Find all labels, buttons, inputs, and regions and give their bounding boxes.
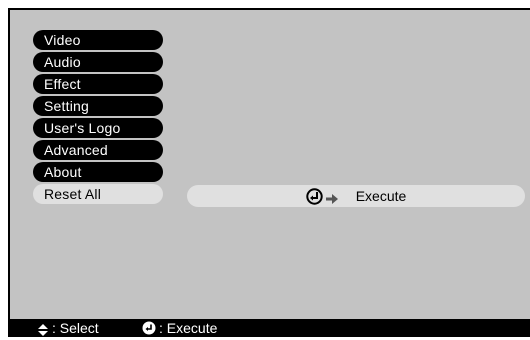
menu-item-about[interactable]: About xyxy=(33,162,163,182)
menu-item-setting[interactable]: Setting xyxy=(33,96,163,116)
menu-item-effect[interactable]: Effect xyxy=(33,74,163,94)
execute-content: Execute xyxy=(187,185,525,207)
menu-screen: Video Audio Effect Setting User's Logo A… xyxy=(10,10,530,319)
menu-item-label: About xyxy=(44,164,82,180)
status-bar: : Select : Execute xyxy=(10,319,530,337)
execute-label: Execute xyxy=(355,188,407,204)
select-hint: : Select xyxy=(38,319,99,337)
projector-menu-frame: Video Audio Effect Setting User's Logo A… xyxy=(8,8,530,337)
up-down-arrows-icon xyxy=(38,322,48,336)
menu-item-users-logo[interactable]: User's Logo xyxy=(33,118,163,138)
menu-item-label: Setting xyxy=(44,98,89,114)
execute-hint: : Execute xyxy=(142,319,217,337)
menu-item-label: Audio xyxy=(44,54,81,70)
menu-item-video[interactable]: Video xyxy=(33,30,163,50)
menu-item-audio[interactable]: Audio xyxy=(33,52,163,72)
select-hint-label: : Select xyxy=(52,320,99,336)
enter-button-icon xyxy=(142,321,156,335)
enter-button-icon xyxy=(306,187,323,205)
menu-item-label: Advanced xyxy=(44,142,108,158)
menu-item-advanced[interactable]: Advanced xyxy=(33,140,163,160)
menu-item-label: Effect xyxy=(44,76,81,92)
menu-item-label: User's Logo xyxy=(44,120,121,136)
menu-item-reset-all[interactable]: Reset All xyxy=(33,184,163,204)
execute-button[interactable]: Execute xyxy=(187,185,525,207)
menu-item-label: Video xyxy=(44,32,81,48)
right-arrow-icon xyxy=(325,191,338,204)
menu-item-label: Reset All xyxy=(44,186,102,202)
execute-hint-label: : Execute xyxy=(159,320,218,336)
